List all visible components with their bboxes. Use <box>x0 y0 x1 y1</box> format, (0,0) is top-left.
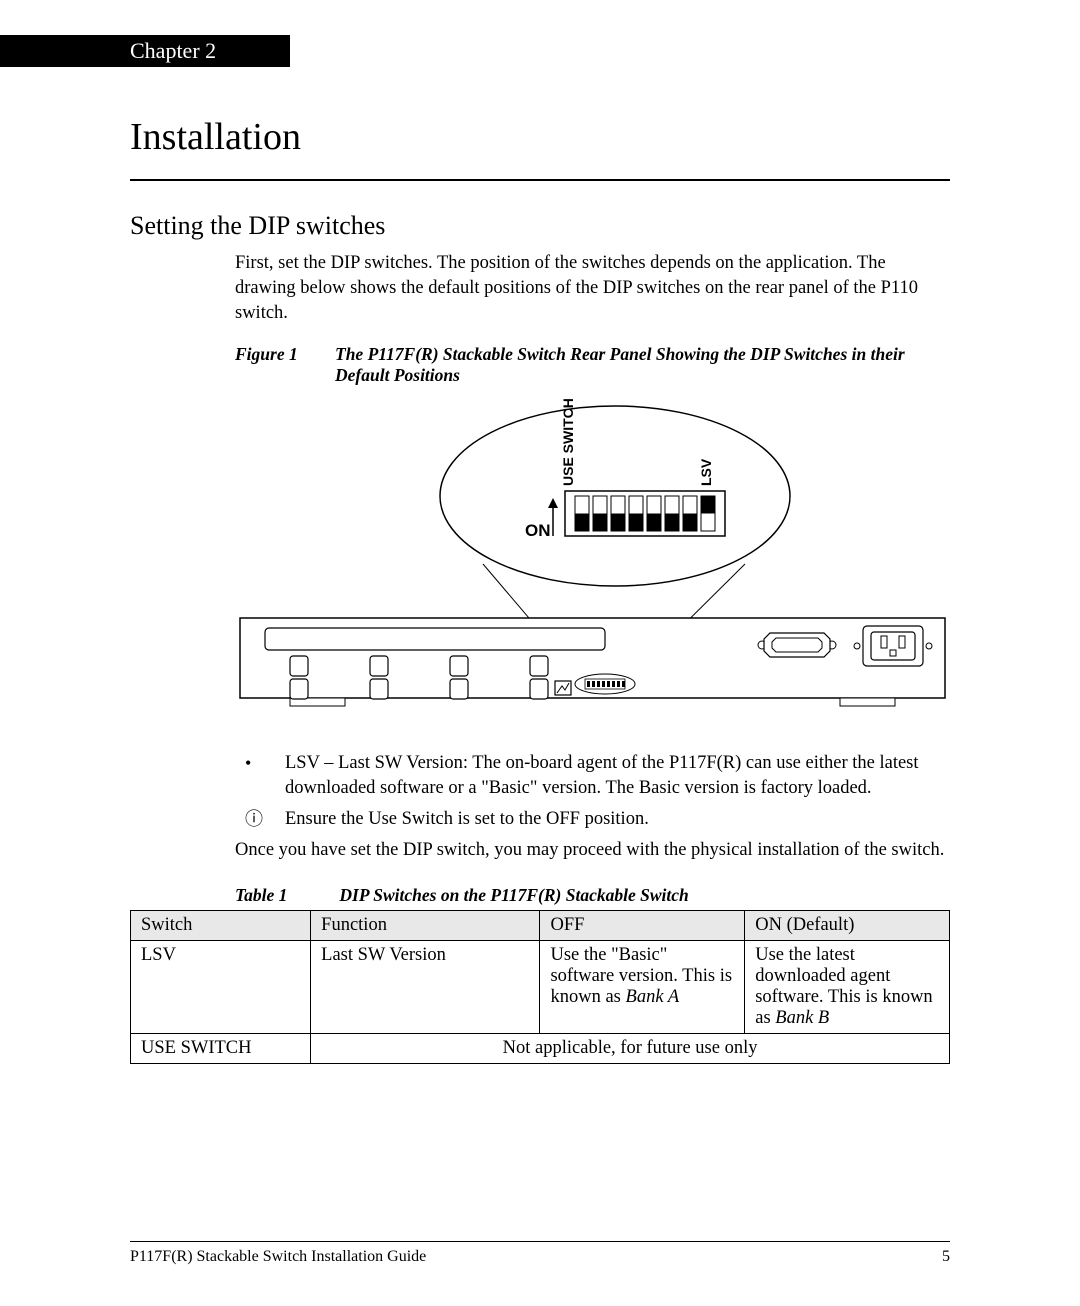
rear-panel-svg: ON USE SWITCH LSV <box>235 396 950 736</box>
footer-title: P117F(R) Stackable Switch Installation G… <box>130 1248 426 1266</box>
td-on: Use the latest downloaded agent software… <box>745 940 950 1033</box>
lsv-label: LSV <box>698 458 714 486</box>
th-on: ON (Default) <box>745 910 950 940</box>
page-number: 5 <box>942 1248 950 1266</box>
th-function: Function <box>311 910 540 940</box>
table-caption: Table 1 DIP Switches on the P117F(R) Sta… <box>235 885 950 906</box>
intro-paragraph: First, set the DIP switches. The positio… <box>235 251 950 326</box>
table-caption-text: DIP Switches on the P117F(R) Stackable S… <box>339 885 688 905</box>
td-merged: Not applicable, for future use only <box>311 1033 950 1063</box>
td-switch: USE SWITCH <box>131 1033 311 1063</box>
closing-paragraph: Once you have set the DIP switch, you ma… <box>235 838 950 863</box>
title-rule <box>130 179 950 181</box>
table-label: Table 1 <box>235 885 335 906</box>
table-row: USE SWITCH Not applicable, for future us… <box>131 1033 950 1063</box>
bullet-mark-icon: • <box>235 751 285 801</box>
table-header-row: Switch Function OFF ON (Default) <box>131 910 950 940</box>
figure-label: Figure 1 <box>235 344 335 386</box>
bullet-list: • LSV – Last SW Version: The on-board ag… <box>235 751 950 832</box>
td-off: Use the "Basic" software version. This i… <box>540 940 745 1033</box>
info-icon: ⓘ <box>235 807 285 832</box>
td-function: Last SW Version <box>311 940 540 1033</box>
figure-caption-text: The P117F(R) Stackable Switch Rear Panel… <box>335 344 950 386</box>
page-title: Installation <box>130 115 950 159</box>
on-label: ON <box>525 521 551 540</box>
bullet-lsv-text: LSV – Last SW Version: The on-board agen… <box>285 751 950 801</box>
table-row: LSV Last SW Version Use the "Basic" soft… <box>131 940 950 1033</box>
use-switch-label: USE SWITCH <box>560 398 576 486</box>
bullet-lsv: • LSV – Last SW Version: The on-board ag… <box>235 751 950 801</box>
page-footer: P117F(R) Stackable Switch Installation G… <box>130 1241 950 1266</box>
th-off: OFF <box>540 910 745 940</box>
bullet-note: ⓘ Ensure the Use Switch is set to the OF… <box>235 807 950 832</box>
dip-switch-table: Switch Function OFF ON (Default) LSV Las… <box>130 910 950 1064</box>
td-switch: LSV <box>131 940 311 1033</box>
rear-panel-figure: ON USE SWITCH LSV <box>235 396 950 736</box>
chapter-tab: Chapter 2 <box>0 35 290 67</box>
bullet-note-text: Ensure the Use Switch is set to the OFF … <box>285 807 649 832</box>
chapter-label: Chapter 2 <box>130 38 216 64</box>
section-heading: Setting the DIP switches <box>130 211 950 241</box>
th-switch: Switch <box>131 910 311 940</box>
figure-caption: Figure 1 The P117F(R) Stackable Switch R… <box>235 344 950 386</box>
